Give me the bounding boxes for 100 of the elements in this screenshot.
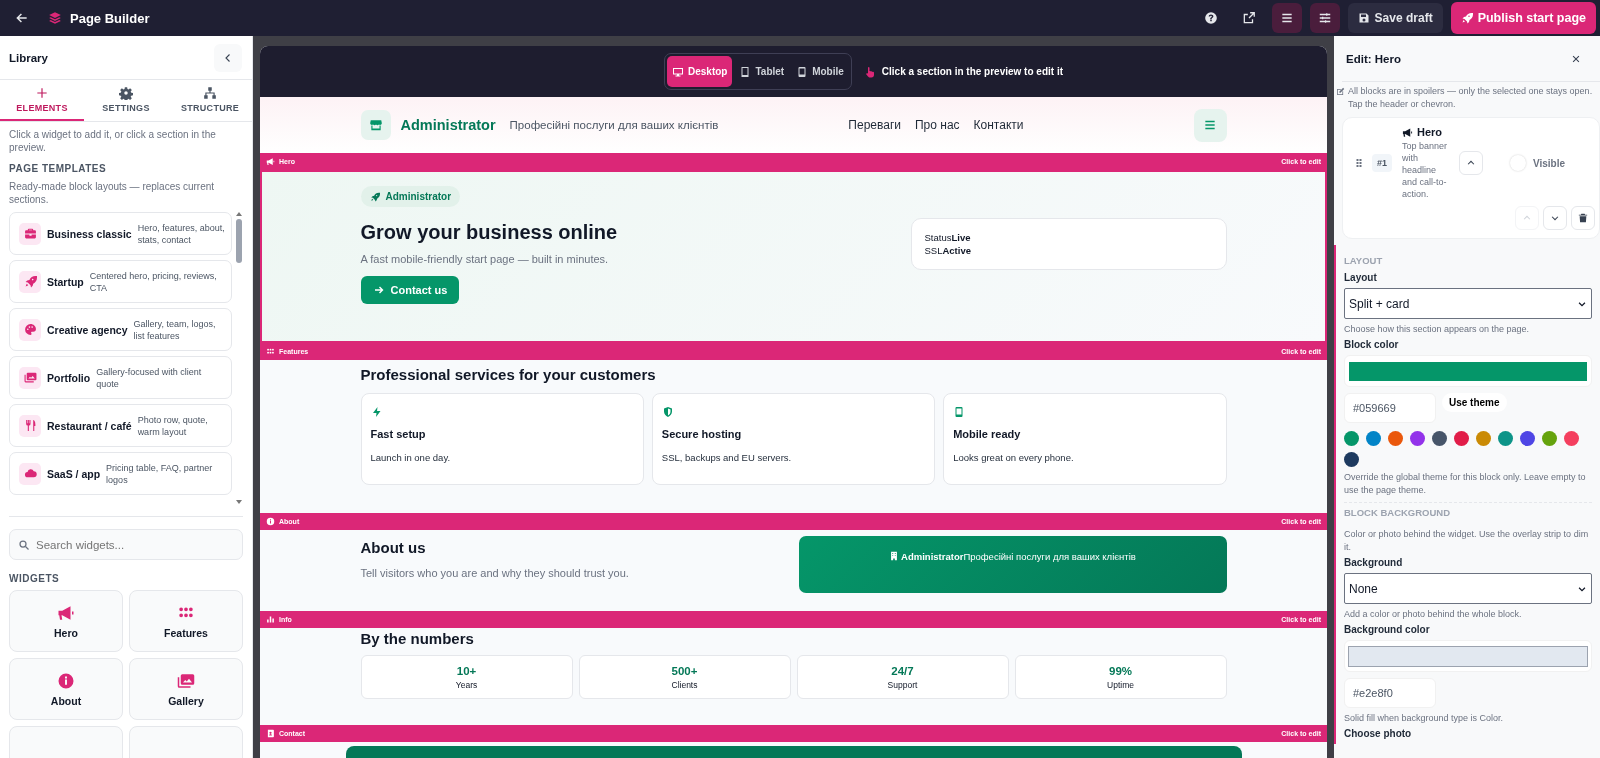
status-line: SSLActive [924,244,972,257]
help-text: Choose how this section appears on the page. [1344,323,1531,336]
delete-button[interactable] [1571,206,1595,230]
color-swatch[interactable] [1498,431,1513,446]
template-description: Photo row, quote, warm layout [137,413,209,438]
menu-button[interactable] [1271,3,1302,33]
color-swatch[interactable] [1542,431,1557,446]
megaphone-icon [266,157,275,166]
color-swatch[interactable] [1432,431,1447,446]
color-swatch[interactable] [1476,431,1491,446]
help-text: Click a widget to add it, or click a section in the preview. [9,128,217,154]
plus-icon [35,86,49,100]
pointer-hand-icon [863,65,876,78]
edit-icon [1336,87,1345,96]
stat-label: Clients [671,679,698,690]
block-number: #1 [1372,154,1392,172]
about-text: Tell visitors who you are and why they should trust you. [360,566,629,580]
nav-link[interactable]: Контакти [973,118,1024,132]
template-name: Business classic [47,227,132,240]
color-swatch[interactable] [1344,431,1359,446]
color-swatch[interactable] [1410,431,1425,446]
widget-button[interactable]: Features [129,590,243,652]
color-hex-field[interactable]: #e2e8f0 [1344,678,1436,708]
arrow-right-icon [372,284,385,296]
site-tagline: Професійні послуги для ваших клієнтів [509,119,719,131]
stat-label: Years [455,679,478,690]
chevron-up-icon [1466,158,1476,168]
trash-icon [1578,213,1588,223]
device-tab[interactable]: Mobile [791,56,849,87]
preview-hint: Click a section in the preview to edit it [881,66,1063,77]
panel-title: Library [9,51,48,64]
hero-title: Grow your business online [360,221,618,244]
menu-icon [1279,11,1294,25]
color-picker[interactable] [1344,640,1592,672]
shield-icon [661,406,674,418]
sliders-button[interactable] [1309,3,1340,33]
status-line: StatusLive [924,231,972,244]
template-description: Gallery-focused with client quote [96,365,203,390]
sliders-icon [1317,11,1332,25]
gear-icon [119,86,133,100]
cloud-icon [23,467,37,480]
widget-button[interactable]: Gallery [129,658,243,720]
field-label: Block color [1344,339,1400,350]
color-picker[interactable] [1344,355,1592,387]
app-title: Page Builder [70,10,150,26]
search-field[interactable]: Search widgets... [9,529,243,560]
template-card[interactable]: Portfolio Gallery-focused with client quote [9,356,232,399]
section-title: Professional services for your customers [360,366,657,383]
megaphone-icon [57,603,75,622]
section-heading: BLOCK BACKGROUND [1344,507,1452,518]
template-card[interactable]: SaaS / app Pricing table, FAQ, partner logos [9,452,232,495]
template-card[interactable]: Startup Centered hero, pricing, reviews, CTA [9,260,232,303]
layers-icon [48,11,62,25]
help-text: Add a color or photo behind the whole block. [1344,608,1523,621]
color-swatch[interactable] [1388,431,1403,446]
info-icon [57,671,75,690]
nav-link[interactable]: Про нас [914,118,960,132]
help-text: Solid fill when background type is Color. [1344,712,1505,725]
help-text: Color or photo behind the widget. Use the overlay strip to dim it. [1344,528,1590,554]
field-label: Background [1344,557,1404,568]
contact-icon [266,729,275,738]
mobile-icon [796,65,809,78]
sitemap-icon [203,86,217,100]
field-label: Choose photo [1344,728,1413,739]
desktop-icon [672,65,684,78]
device-tab[interactable]: Desktop [667,56,733,87]
color-swatch[interactable] [1344,452,1359,467]
section-heading: PAGE TEMPLATES [9,163,108,174]
back-arrow-icon [15,11,29,25]
color-hex-field[interactable]: #059669 [1344,393,1436,423]
color-swatch[interactable] [1564,431,1579,446]
template-description: Centered hero, pricing, reviews, CTA [89,269,218,294]
page-section[interactable]: Administrator Grow your business online A fast mobile-friendly start page — built in minutes. Contact us StatusLive SSLActive [260,170,1327,343]
template-name: Startup [47,275,84,288]
section-heading: LAYOUT [1344,255,1384,266]
template-name: Restaurant / café [47,419,132,432]
help-text: All blocks are in spoilers — only the selected one stays open. Tap the header or chevron. [1348,85,1594,111]
contact-button[interactable]: Contact us [360,276,460,304]
publish-button[interactable]: Publish start page [1450,2,1596,34]
save-draft-button[interactable]: Save draft [1347,3,1443,33]
template-description: Gallery, team, logos, list features [133,317,217,342]
use-theme-button[interactable]: Use theme [1442,393,1507,412]
widget-button[interactable]: About [9,658,123,720]
hero-subtitle: A fast mobile-friendly start page — built in minutes. [360,252,609,266]
section-title: By the numbers [360,630,475,647]
device-tab[interactable]: Tablet [734,56,790,87]
rocket-icon [1460,12,1473,24]
color-swatch[interactable] [1520,431,1535,446]
template-description: Hero, features, about, stats, contact [137,221,225,246]
layout-select[interactable]: Split + card [1344,288,1592,319]
stat-label: Support [887,679,918,690]
color-swatch[interactable] [1366,431,1381,446]
feature-title: Secure hosting [661,428,742,440]
color-swatch[interactable] [1454,431,1469,446]
collapse-button[interactable] [214,43,242,72]
background-select[interactable]: None [1344,573,1592,604]
nav-link[interactable]: Переваги [848,118,901,132]
help-text: Ready-made block layouts — replaces current sections. [9,180,216,206]
widget-button[interactable]: Hero [9,590,123,652]
scrollbar[interactable] [235,212,243,504]
